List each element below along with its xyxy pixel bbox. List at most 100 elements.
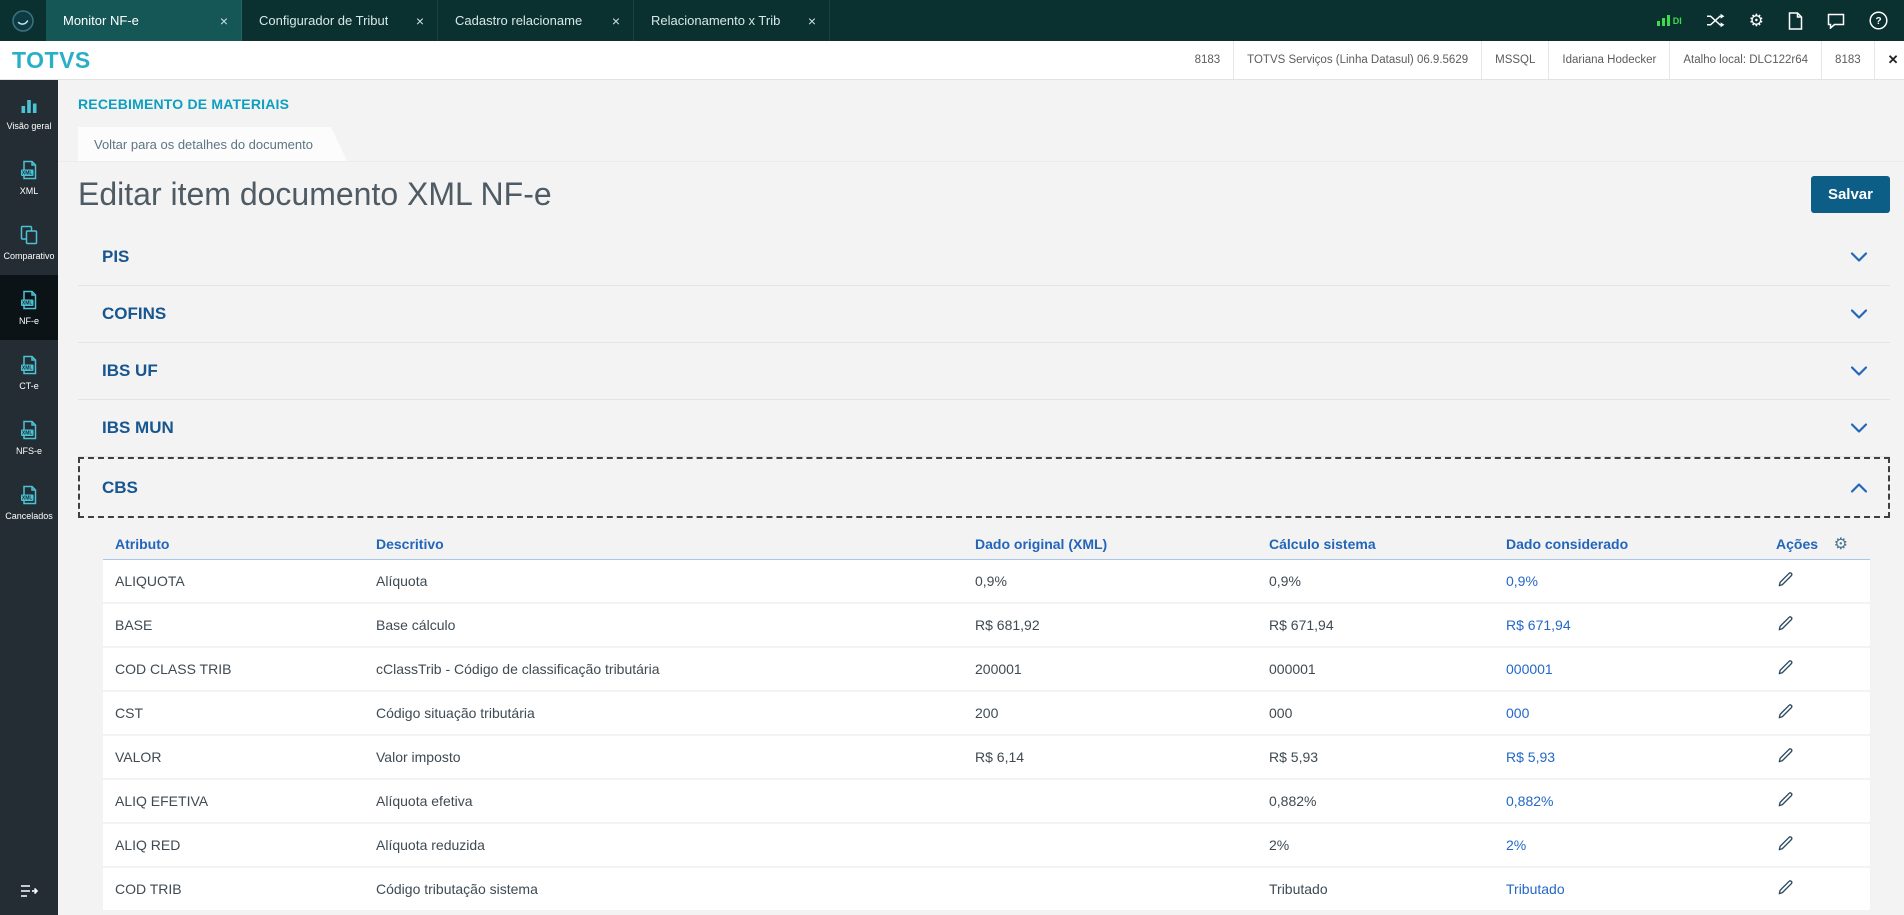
cell-atributo: CST xyxy=(115,705,143,721)
cell-dado-considerado-link[interactable]: 000001 xyxy=(1494,661,1764,677)
tab-close-icon[interactable]: × xyxy=(612,13,620,29)
browser-tab-configurador-de-tribut[interactable]: Configurador de Tribut × xyxy=(242,0,438,41)
cell-dado-considerado-link[interactable]: 2% xyxy=(1494,837,1764,853)
save-button[interactable]: Salvar xyxy=(1810,176,1890,213)
column-header-dado-original-xml: Dado original (XML) xyxy=(975,536,1108,552)
tab-close-icon[interactable]: × xyxy=(220,13,228,29)
page-title: Editar item documento XML NF-e xyxy=(78,176,552,212)
sidebar: Visão geral XML XML Comparativo XML NF-e XML CT… xyxy=(0,80,58,915)
module-title: RECEBIMENTO DE MATERIAIS xyxy=(78,96,290,112)
chevron-down-icon[interactable] xyxy=(1850,308,1868,320)
cell-dado-considerado-link[interactable]: R$ 671,94 xyxy=(1494,617,1764,633)
chevron-down-icon[interactable] xyxy=(1850,422,1868,434)
document-icon[interactable] xyxy=(1788,11,1803,30)
totvs-logo: TOTVS xyxy=(12,46,91,73)
svg-text:XML: XML xyxy=(22,366,33,372)
column-header-c-lculo-sistema: Cálculo sistema xyxy=(1269,536,1376,552)
cbs-attributes-table: Atributo Descritivo Dado original (XML) Cál… xyxy=(103,529,1870,912)
cell-calculo-sistema: Tributado xyxy=(1269,881,1328,897)
edit-button[interactable] xyxy=(1776,614,1795,636)
page-header: Editar item documento XML NF-e Salvar xyxy=(78,176,1890,213)
env-info-item: 8183 xyxy=(1194,54,1221,66)
accordion-section-cofins[interactable]: COFINS xyxy=(78,286,1890,343)
cell-dado-considerado-link[interactable]: 000 xyxy=(1494,705,1764,721)
app-logo-icon[interactable] xyxy=(0,0,46,41)
table-row-aliq-efetiva: ALIQ EFETIVA Alíquota efetiva 0,882% 0,882% xyxy=(103,780,1870,824)
environment-info: 8183 TOTVS Serviços (Linha Datasul) 06.9.… xyxy=(1182,41,1904,79)
chevron-down-icon[interactable] xyxy=(1850,365,1868,377)
sidebar-item-comparativo[interactable]: Comparativo xyxy=(0,210,58,275)
edit-button[interactable] xyxy=(1776,834,1795,856)
sidebar-item-nfs-e[interactable]: XML NFS-e xyxy=(0,405,58,470)
accordion-section-ibs-uf[interactable]: IBS UF xyxy=(78,343,1890,400)
cell-descritivo: Valor imposto xyxy=(376,749,461,765)
xml-doc-icon: XML xyxy=(18,289,40,311)
chevron-up-icon[interactable] xyxy=(1850,482,1868,494)
main-content: RECEBIMENTO DE MATERIAIS Voltar para os … xyxy=(58,80,1904,915)
chevron-down-icon[interactable] xyxy=(1850,251,1868,263)
cell-calculo-sistema: 2% xyxy=(1269,837,1290,853)
cell-dado-considerado-link[interactable]: Tributado xyxy=(1494,881,1764,897)
sidebar-item-xml[interactable]: XML XML xyxy=(0,145,58,210)
accordion-section-ibs-mun[interactable]: IBS MUN xyxy=(78,400,1890,457)
tab-label: Cadastro relacioname xyxy=(455,13,583,28)
svg-text:XML: XML xyxy=(22,496,33,502)
edit-button[interactable] xyxy=(1776,702,1795,724)
edit-pencil-icon xyxy=(1776,614,1795,636)
xml-doc-icon: XML xyxy=(18,484,40,506)
shuffle-icon[interactable] xyxy=(1706,13,1725,28)
env-info-item: Idariana Hodecker xyxy=(1548,41,1669,79)
cell-atributo: ALIQ RED xyxy=(115,837,181,853)
edit-button[interactable] xyxy=(1776,570,1795,592)
edit-button[interactable] xyxy=(1776,878,1795,900)
cell-dado-original: R$ 681,92 xyxy=(975,617,1040,633)
sidebar-item-cancelados[interactable]: XML Cancelados xyxy=(0,470,58,535)
cell-acoes xyxy=(1764,614,1870,636)
accordion-list: PIS COFINS IBS UF IBS MUN CBS xyxy=(78,229,1890,518)
cell-dado-considerado-link[interactable]: 0,9% xyxy=(1494,573,1764,589)
accordion-title: PIS xyxy=(102,247,130,266)
sidebar-item-vis-o-geral[interactable]: Visão geral xyxy=(0,80,58,145)
cell-atributo: VALOR xyxy=(115,749,162,765)
xml-doc-icon: XML xyxy=(18,354,40,376)
accordion-section-pis[interactable]: PIS xyxy=(78,229,1890,286)
cell-dado-considerado-link[interactable]: 0,882% xyxy=(1494,793,1764,809)
back-to-document-tab[interactable]: Voltar para os detalhes do documento xyxy=(78,127,347,161)
edit-button[interactable] xyxy=(1776,790,1795,812)
sidebar-item-label: NFS-e xyxy=(15,446,42,456)
accordion-title: COFINS xyxy=(102,304,167,323)
table-row-valor: VALOR Valor imposto R$ 6,14 R$ 5,93 R$ 5,93 xyxy=(103,736,1870,780)
table-settings-gear-icon[interactable]: ⚙ xyxy=(1834,534,1848,554)
top-bar-icons: DI ⚙ ? xyxy=(1656,0,1904,41)
table-row-aliq-red: ALIQ RED Alíquota reduzida 2% 2% xyxy=(103,824,1870,868)
chat-icon[interactable] xyxy=(1827,13,1845,29)
cell-descritivo: Alíquota xyxy=(376,573,428,589)
browser-tab-cadastro-relacioname[interactable]: Cadastro relacioname × xyxy=(438,0,634,41)
cell-acoes xyxy=(1764,790,1870,812)
accordion-title: IBS MUN xyxy=(102,418,174,437)
cell-calculo-sistema: 0,882% xyxy=(1269,793,1317,809)
sidebar-item-ct-e[interactable]: XML CT-e xyxy=(0,340,58,405)
tab-close-icon[interactable]: × xyxy=(416,13,424,29)
logout-button[interactable]: ✕Sair xyxy=(1873,41,1904,79)
accordion-title: CBS xyxy=(102,477,138,497)
connection-status-icon[interactable]: DI xyxy=(1656,15,1682,26)
sidebar-item-nf-e[interactable]: XML NF-e xyxy=(0,275,58,340)
cell-acoes xyxy=(1764,658,1870,680)
edit-button[interactable] xyxy=(1776,746,1795,768)
help-icon[interactable]: ? xyxy=(1869,11,1888,30)
xml-doc-icon: XML xyxy=(18,419,40,441)
accordion-title: IBS UF xyxy=(102,361,158,380)
edit-pencil-icon xyxy=(1776,658,1795,680)
browser-tab-relacionamento-x-trib[interactable]: Relacionamento x Trib × xyxy=(634,0,830,41)
tab-label: Relacionamento x Trib xyxy=(651,13,781,28)
tab-close-icon[interactable]: × xyxy=(808,13,816,29)
browser-tab-monitor-nf-e[interactable]: Monitor NF-e × xyxy=(46,0,242,41)
accordion-section-cbs[interactable]: CBS xyxy=(78,457,1890,518)
cell-dado-original: R$ 6,14 xyxy=(975,749,1025,765)
collapsed-accordions: PIS COFINS IBS UF IBS MUN xyxy=(78,229,1890,457)
cell-dado-considerado-link[interactable]: R$ 5,93 xyxy=(1494,749,1764,765)
expand-sidebar-button[interactable] xyxy=(0,867,58,915)
edit-button[interactable] xyxy=(1776,658,1795,680)
settings-gear-icon[interactable]: ⚙ xyxy=(1749,12,1764,29)
